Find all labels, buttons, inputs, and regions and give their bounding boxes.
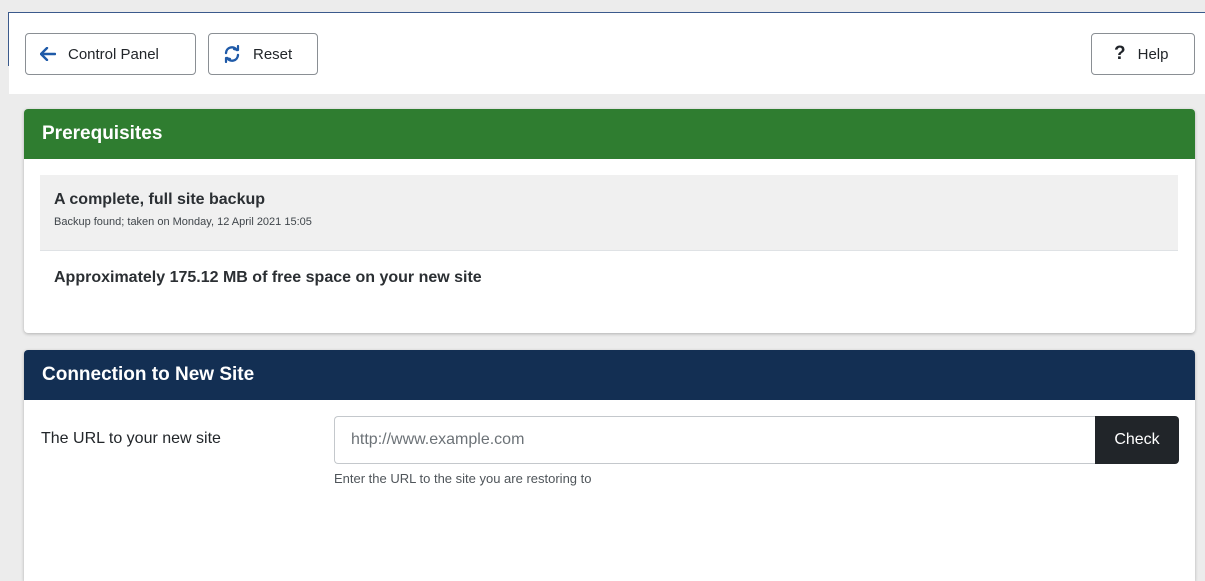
refresh-icon bbox=[223, 45, 241, 63]
prerequisites-header: Prerequisites bbox=[24, 109, 1195, 159]
url-input[interactable] bbox=[334, 416, 1095, 464]
help-button[interactable]: ? Help bbox=[1091, 33, 1195, 75]
list-item: A complete, full site backup Backup foun… bbox=[40, 175, 1178, 251]
connection-panel: Connection to New Site The URL to your n… bbox=[24, 350, 1195, 581]
reset-button[interactable]: Reset bbox=[208, 33, 318, 75]
list-item: Approximately 175.12 MB of free space on… bbox=[40, 251, 1178, 301]
reset-label: Reset bbox=[253, 45, 293, 63]
url-help-text: Enter the URL to the site you are restor… bbox=[334, 471, 592, 486]
connection-header: Connection to New Site bbox=[24, 350, 1195, 400]
page-top-band bbox=[0, 0, 1205, 66]
url-label: The URL to your new site bbox=[41, 430, 221, 447]
control-panel-label: Control Panel bbox=[68, 45, 159, 63]
backup-requirement-title: A complete, full site backup bbox=[54, 191, 266, 208]
free-space-requirement-title: Approximately 175.12 MB of free space on… bbox=[54, 269, 482, 286]
help-label: Help bbox=[1137, 45, 1169, 63]
backup-requirement-status: Backup found; taken on Monday, 12 April … bbox=[54, 216, 312, 228]
prerequisites-title: Prerequisites bbox=[42, 123, 163, 144]
prerequisites-list: A complete, full site backup Backup foun… bbox=[40, 175, 1178, 301]
check-button[interactable]: Check bbox=[1095, 416, 1179, 464]
question-icon: ? bbox=[1114, 43, 1126, 64]
connection-title: Connection to New Site bbox=[42, 364, 255, 385]
control-panel-button[interactable]: Control Panel bbox=[25, 33, 196, 75]
toolbar: Control Panel Reset ? Help bbox=[9, 12, 1205, 94]
prerequisites-panel: Prerequisites A complete, full site back… bbox=[24, 109, 1195, 333]
arrow-left-icon bbox=[40, 47, 56, 61]
url-input-group: Check bbox=[334, 416, 1179, 464]
